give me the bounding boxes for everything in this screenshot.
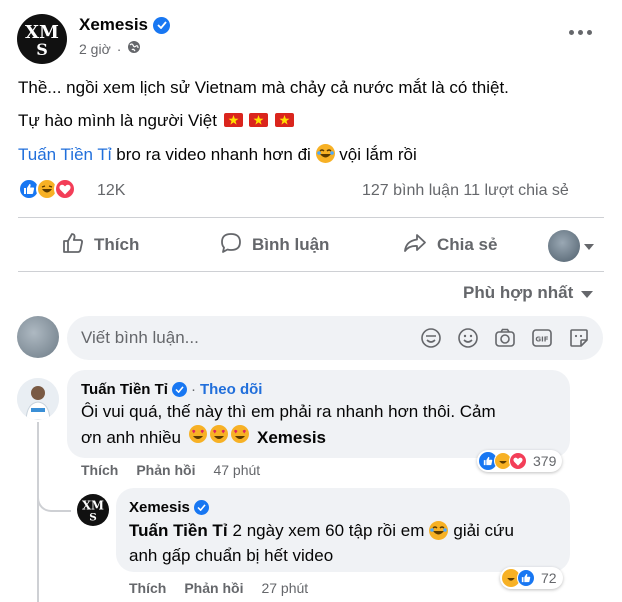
comments-shares-count[interactable]: 127 bình luận 11 lượt chia sẻ: [362, 182, 569, 200]
avatar-sticker-icon[interactable]: [419, 326, 443, 350]
comment-author[interactable]: Tuấn Tiền Tỉ · Theo dõi: [81, 381, 262, 398]
post-time[interactable]: 2 giờ: [79, 41, 111, 57]
follow-button[interactable]: Theo dõi: [200, 381, 263, 398]
comment-input[interactable]: Viết bình luận... GIF: [67, 316, 603, 360]
xemesis-logo-icon: XM S: [25, 22, 59, 59]
svg-text:GIF: GIF: [535, 336, 548, 344]
reply-author[interactable]: Xemesis: [129, 499, 209, 516]
reply-reactions[interactable]: 72: [500, 567, 563, 589]
post-text-line1: Thề... ngồi xem lịch sử Vietnam mà chảy …: [18, 78, 509, 97]
post-author-link[interactable]: Xemesis: [79, 15, 148, 35]
mention-link[interactable]: Xemesis: [257, 425, 326, 450]
caret-down-icon: [581, 283, 594, 303]
svg-text:XM: XM: [82, 498, 104, 512]
more-dot-icon: [568, 29, 574, 35]
emoji-icon[interactable]: [456, 326, 480, 350]
camera-icon[interactable]: [493, 326, 517, 350]
verified-badge-icon: [171, 382, 187, 397]
mention-link[interactable]: Tuấn Tiền Tỉ: [18, 145, 112, 164]
post-text-line3: Tuấn Tiền Tỉ bro ra video nhanh hơn đi v…: [18, 144, 417, 164]
divider: [18, 217, 604, 218]
thumbs-up-icon: [61, 231, 85, 260]
globe-icon: [127, 40, 141, 57]
reply-author-avatar[interactable]: XM S: [77, 494, 109, 526]
heart-eyes-emoji-icon: [188, 424, 250, 451]
svg-text:S: S: [36, 40, 48, 59]
svg-text:S: S: [89, 511, 97, 523]
comment-reply-button[interactable]: Phản hồi: [136, 462, 195, 478]
share-arrow-icon: [402, 231, 428, 260]
verified-badge-icon: [193, 500, 209, 515]
more-dot-icon: [586, 29, 592, 35]
comment-button[interactable]: Bình luận: [219, 230, 329, 260]
love-icon: [54, 178, 76, 200]
comment-reactions[interactable]: 379: [477, 450, 563, 472]
thread-connector: [37, 488, 71, 512]
vietnam-flag-icon: [223, 113, 243, 127]
divider: [18, 271, 604, 272]
vietnam-flag-icon: [249, 113, 269, 127]
comment-time[interactable]: 47 phút: [213, 462, 260, 478]
post-text-line2: Tự hào mình là người Việt: [18, 111, 295, 131]
comment-like-button[interactable]: Thích: [81, 462, 118, 478]
post-author-avatar[interactable]: XM S: [17, 14, 67, 64]
xemesis-logo-icon: XM S: [82, 498, 104, 523]
like-button[interactable]: Thích: [61, 230, 139, 260]
profile-avatar: [548, 230, 580, 262]
laughing-emoji-icon: [429, 521, 449, 540]
share-button[interactable]: Chia sẻ: [402, 230, 497, 260]
reaction-count[interactable]: 12K: [97, 182, 125, 200]
audience-selector[interactable]: [548, 230, 594, 262]
comment-author-link[interactable]: Tuấn Tiền Tỉ: [81, 381, 168, 398]
sticker-icon[interactable]: [567, 326, 591, 350]
comment-text-line1: Ôi vui quá, thế này thì em phải ra nhanh…: [81, 402, 496, 421]
reply-text-line2: anh gấp chuẩn bị hết video: [129, 546, 334, 565]
gif-icon[interactable]: GIF: [530, 326, 554, 350]
laughing-emoji-icon: [315, 144, 335, 163]
caret-down-icon: [584, 237, 594, 255]
reaction-summary[interactable]: [18, 178, 76, 200]
comment-reaction-count: 379: [533, 453, 557, 469]
commenter-avatar[interactable]: [17, 378, 59, 420]
vietnam-flag-icon: [275, 113, 295, 127]
reply-text-line1: Tuấn Tiền Tỉ 2 ngày xem 60 tập rồi em gi…: [129, 518, 514, 543]
mention-link[interactable]: Tuấn Tiền Tỉ: [129, 518, 228, 543]
comment-text-line2: ơn anh nhiều Xemesis: [81, 424, 326, 451]
comment-sort-dropdown[interactable]: Phù hợp nhất: [463, 283, 594, 303]
reply-reaction-count: 72: [541, 570, 557, 586]
more-dot-icon: [577, 29, 583, 35]
reply-actions: Thích Phản hồi 27 phút: [129, 580, 308, 596]
reply-time[interactable]: 27 phút: [261, 580, 308, 596]
post-author-name[interactable]: Xemesis: [79, 15, 170, 35]
reply-author-link[interactable]: Xemesis: [129, 499, 190, 516]
composer-toolbar: GIF: [419, 326, 591, 350]
post-meta: 2 giờ ·: [79, 40, 141, 57]
current-user-avatar[interactable]: [17, 316, 59, 358]
love-icon: [509, 452, 527, 470]
like-icon: [517, 569, 535, 587]
verified-badge-icon: [153, 16, 170, 34]
reply-like-button[interactable]: Thích: [129, 580, 166, 596]
comment-actions: Thích Phản hồi 47 phút: [81, 462, 260, 478]
more-options-button[interactable]: [566, 22, 594, 42]
thread-line: [37, 422, 39, 602]
reply-reply-button[interactable]: Phản hồi: [184, 580, 243, 596]
comment-bubble-icon: [219, 231, 243, 260]
